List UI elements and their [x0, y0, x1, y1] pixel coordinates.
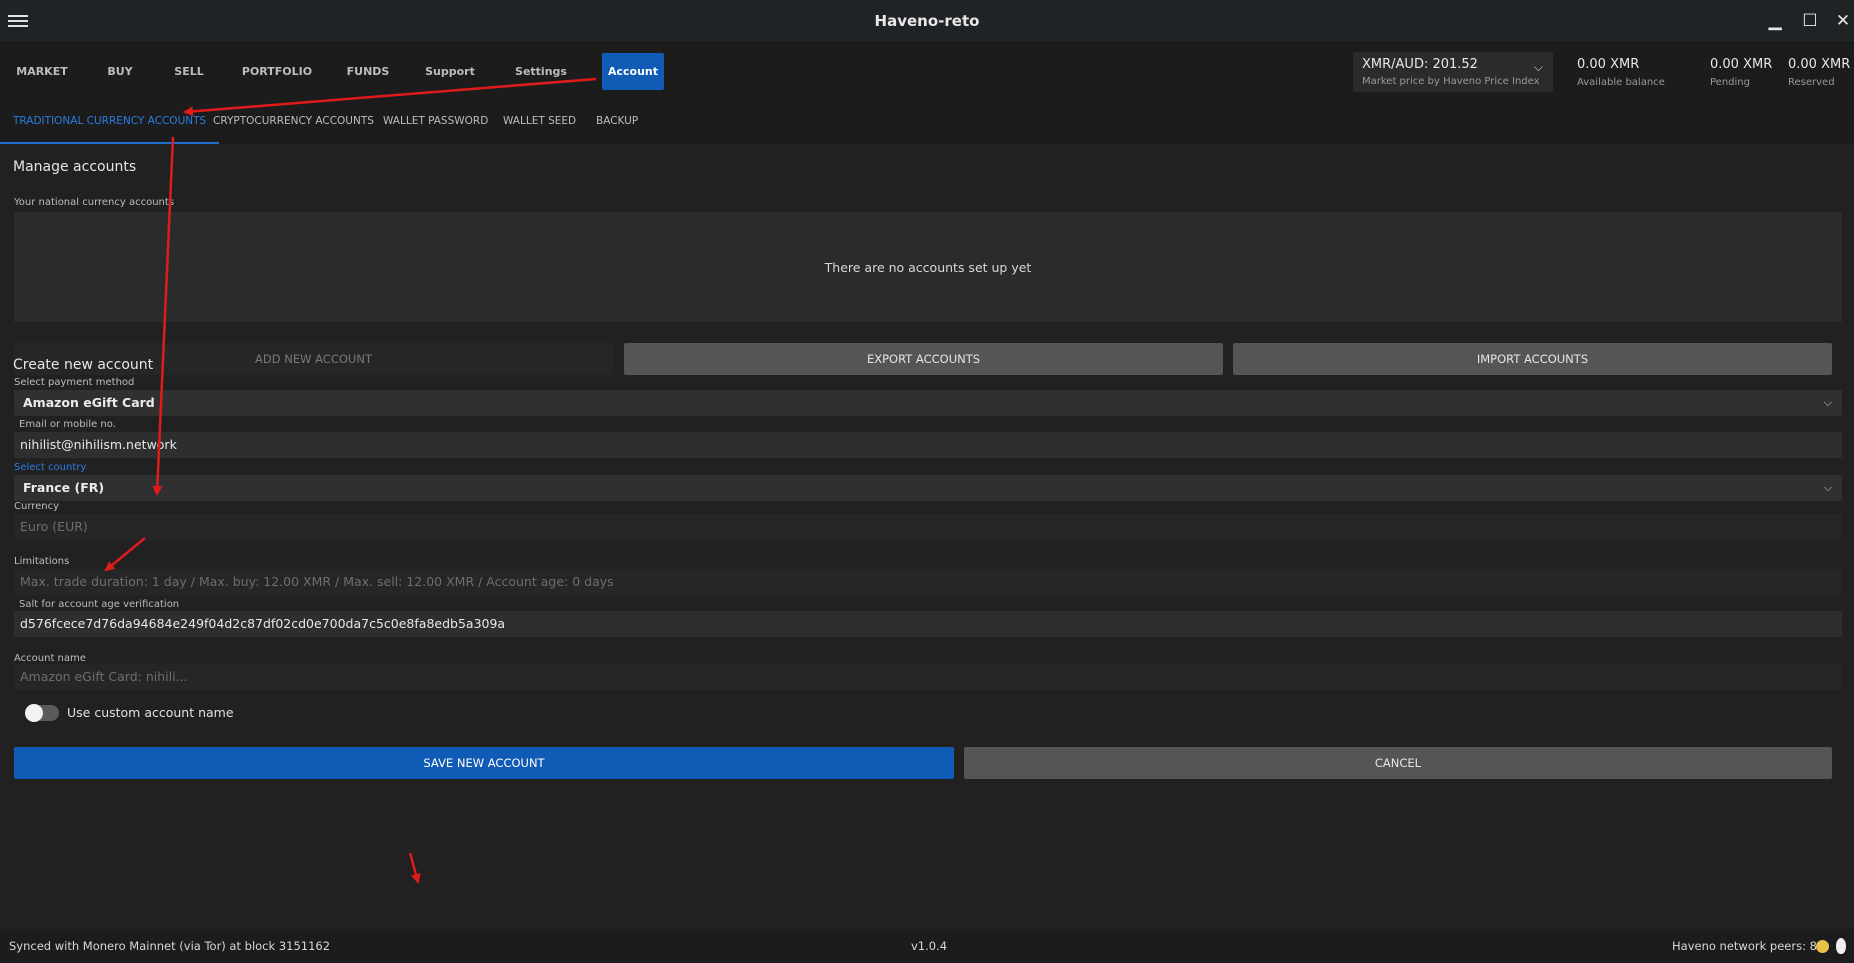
salt-label: Salt for account age verification	[19, 599, 180, 610]
nav-tab-settings[interactable]: Settings	[505, 53, 577, 90]
chevron-down-icon: ⌵	[1823, 481, 1832, 494]
currency-label: Currency	[14, 501, 60, 512]
sync-status: Synced with Monero Mainnet (via Tor) at …	[9, 939, 331, 953]
nav-tab-account[interactable]: Account	[602, 53, 664, 90]
title-bar: Haveno-reto ▁ ☐ ✕	[0, 0, 1854, 43]
import-accounts-button[interactable]: IMPORT ACCOUNTS	[1233, 343, 1832, 375]
create-account-title: Create new account	[13, 357, 154, 373]
subtab-backup[interactable]: BACKUP	[583, 98, 651, 144]
subtab-wallet-seed[interactable]: WALLET SEED	[490, 98, 589, 144]
nav-tab-support[interactable]: Support	[420, 53, 480, 90]
nav-tab-funds[interactable]: FUNDS	[340, 53, 396, 90]
email-field[interactable]: nihilist@nihilism.network	[14, 432, 1842, 458]
account-subtabs: TRADITIONAL CURRENCY ACCOUNTS CRYPTOCURR…	[0, 98, 1854, 144]
country-value: France (FR)	[23, 480, 105, 495]
available-balance-label: Available balance	[1577, 77, 1665, 88]
custom-account-name-label: Use custom account name	[67, 705, 234, 720]
salt-field[interactable]: d576fcece7d76da94684e249f04d2c87df02cd0e…	[14, 611, 1842, 637]
available-balance: 0.00 XMR Available balance	[1577, 57, 1665, 88]
reserved-balance-value: 0.00 XMR	[1788, 57, 1851, 72]
payment-method-label: Select payment method	[14, 377, 135, 388]
network-peers: Haveno network peers: 8	[1672, 939, 1817, 953]
country-label: Select country	[14, 462, 87, 473]
cancel-button[interactable]: CANCEL	[964, 747, 1832, 779]
tor-onion-icon	[1836, 938, 1846, 954]
account-name-field: Amazon eGift Card: nihili...	[14, 664, 1842, 690]
chevron-down-icon: ⌵	[1533, 60, 1543, 74]
subtab-cryptocurrency-accounts[interactable]: CRYPTOCURRENCY ACCOUNTS	[200, 98, 387, 144]
subtab-traditional-currency-accounts[interactable]: TRADITIONAL CURRENCY ACCOUNTS	[0, 98, 220, 144]
account-content: Manage accounts Your national currency a…	[0, 144, 1854, 929]
pending-balance-label: Pending	[1710, 77, 1750, 88]
nav-tab-sell[interactable]: SELL	[165, 53, 213, 90]
status-bar: Synced with Monero Mainnet (via Tor) at …	[0, 929, 1854, 963]
nav-tab-portfolio[interactable]: PORTFOLIO	[240, 53, 314, 90]
limitations-field: Max. trade duration: 1 day / Max. buy: 1…	[14, 569, 1842, 595]
limitations-label: Limitations	[14, 556, 70, 567]
payment-method-select[interactable]: Amazon eGift Card ⌵	[14, 390, 1842, 416]
market-price-selector[interactable]: XMR/AUD: 201.52 Market price by Haveno P…	[1353, 52, 1553, 92]
close-icon[interactable]: ✕	[1832, 10, 1854, 32]
nav-tab-market[interactable]: MARKET	[12, 53, 72, 90]
accounts-list-label: Your national currency accounts	[14, 197, 175, 208]
custom-account-name-toggle[interactable]	[25, 704, 59, 722]
maximize-icon[interactable]: ☐	[1799, 10, 1821, 32]
market-price-value: XMR/AUD: 201.52	[1362, 57, 1478, 72]
reserved-balance-label: Reserved	[1788, 77, 1835, 88]
currency-field: Euro (EUR)	[14, 514, 1842, 540]
market-price-source: Market price by Haveno Price Index	[1362, 76, 1540, 87]
app-version: v1.0.4	[911, 939, 948, 953]
payment-method-value: Amazon eGift Card	[23, 395, 155, 410]
nav-tab-buy[interactable]: BUY	[98, 53, 142, 90]
window-title: Haveno-reto	[874, 12, 980, 30]
available-balance-value: 0.00 XMR	[1577, 57, 1640, 72]
subtab-wallet-password[interactable]: WALLET PASSWORD	[370, 98, 501, 144]
reserved-balance: 0.00 XMR Reserved	[1788, 57, 1850, 88]
email-label: Email or mobile no.	[19, 419, 116, 430]
manage-accounts-title: Manage accounts	[13, 159, 137, 175]
export-accounts-button[interactable]: EXPORT ACCOUNTS	[624, 343, 1223, 375]
account-name-label: Account name	[14, 653, 86, 664]
toggle-knob	[25, 704, 43, 722]
peer-status-dot-icon	[1816, 940, 1829, 953]
accounts-list[interactable]: There are no accounts set up yet	[14, 212, 1842, 322]
country-select[interactable]: France (FR) ⌵	[14, 475, 1842, 501]
chevron-down-icon: ⌵	[1823, 396, 1832, 409]
main-nav: MARKET BUY SELL PORTFOLIO FUNDS Support …	[0, 43, 1854, 98]
pending-balance-value: 0.00 XMR	[1710, 57, 1773, 72]
minimize-icon[interactable]: ▁	[1764, 10, 1786, 32]
pending-balance: 0.00 XMR Pending	[1710, 57, 1772, 88]
empty-accounts-text: There are no accounts set up yet	[824, 260, 1032, 275]
save-new-account-button[interactable]: SAVE NEW ACCOUNT	[14, 747, 954, 779]
